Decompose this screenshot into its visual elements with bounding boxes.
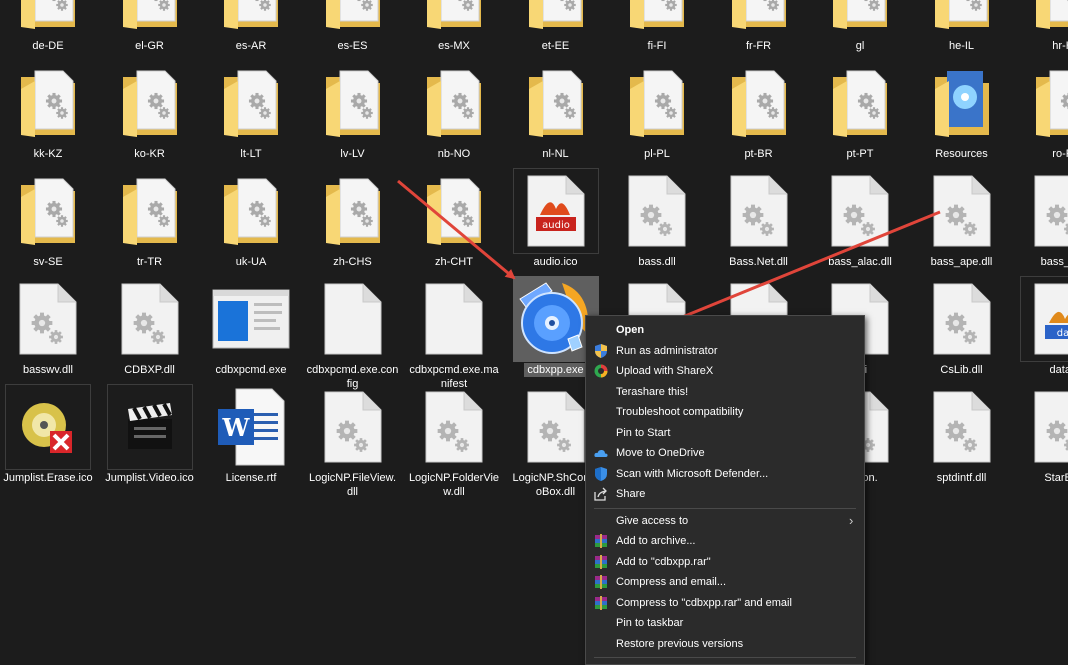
- none: [594, 426, 608, 440]
- none: [594, 514, 608, 528]
- menu-item-label: Troubleshoot compatibility: [616, 406, 744, 418]
- winrar-icon: [594, 595, 608, 610]
- menu-separator: [594, 507, 856, 509]
- menu-separator: [594, 657, 856, 658]
- menu-item[interactable]: Share: [586, 484, 864, 504]
- menu-item[interactable]: Terashare this!: [586, 382, 864, 402]
- sharex-icon: [594, 364, 608, 378]
- none: [594, 616, 608, 630]
- menu-item[interactable]: Compress and email...: [586, 572, 864, 592]
- menu-item-label: Share: [616, 488, 646, 500]
- uac-shield-icon: [594, 343, 608, 358]
- menu-item-label: Pin to Start: [616, 426, 671, 439]
- menu-item-label: Restore previous versions: [616, 637, 744, 650]
- annotation-arrow-right: [656, 210, 941, 329]
- menu-item-label: Terashare this!: [616, 385, 689, 398]
- winrar-icon: [594, 534, 608, 548]
- none: [594, 637, 608, 651]
- onedrive-icon: [594, 446, 608, 460]
- menu-item[interactable]: Give access to ›: [586, 511, 864, 531]
- menu-item-label: Open: [616, 324, 645, 336]
- menu-item[interactable]: Scan with Microsoft Defender...: [586, 464, 864, 484]
- menu-item-label: Pin to taskbar: [616, 617, 684, 629]
- menu-item-label: Compress to "cdbxpp.rar" and email: [616, 596, 792, 609]
- menu-item-label: Give access to: [616, 514, 689, 527]
- menu-item[interactable]: Open: [586, 320, 864, 340]
- none: [594, 385, 608, 399]
- menu-item[interactable]: Add to "cdbxpp.rar": [586, 552, 864, 572]
- chevron-right-icon: ›: [849, 512, 854, 528]
- menu-item[interactable]: Restore previous versions: [586, 634, 864, 654]
- menu-item-label: Add to "cdbxpp.rar": [616, 555, 711, 568]
- context-menu: Open Run as administrator Upload with Shar…: [585, 315, 865, 665]
- menu-item-label: Upload with ShareX: [616, 365, 714, 377]
- none: [594, 323, 608, 337]
- menu-item-label: Add to archive...: [616, 535, 696, 547]
- menu-item[interactable]: Add to archive...: [586, 531, 864, 551]
- menu-item[interactable]: Upload with ShareX: [586, 361, 864, 381]
- menu-item[interactable]: Pin to Start: [586, 423, 864, 443]
- share-icon: [594, 487, 608, 501]
- menu-item[interactable]: Pin to taskbar: [586, 613, 864, 633]
- menu-item[interactable]: Move to OneDrive: [586, 443, 864, 463]
- winrar-icon: [594, 554, 608, 569]
- menu-item-label: Move to OneDrive: [616, 447, 705, 459]
- menu-item[interactable]: Compress to "cdbxpp.rar" and email: [586, 593, 864, 613]
- annotation-arrows: [397, 179, 941, 329]
- annotation-arrow-left: [397, 179, 516, 280]
- menu-item-label: Compress and email...: [616, 576, 727, 588]
- winrar-icon: [594, 575, 608, 589]
- defender-icon: [594, 466, 608, 481]
- menu-item-label: Scan with Microsoft Defender...: [616, 467, 769, 480]
- menu-item-label: Run as administrator: [616, 344, 718, 357]
- menu-item[interactable]: Troubleshoot compatibility: [586, 402, 864, 422]
- none: [594, 405, 608, 419]
- menu-item[interactable]: Run as administrator: [586, 341, 864, 361]
